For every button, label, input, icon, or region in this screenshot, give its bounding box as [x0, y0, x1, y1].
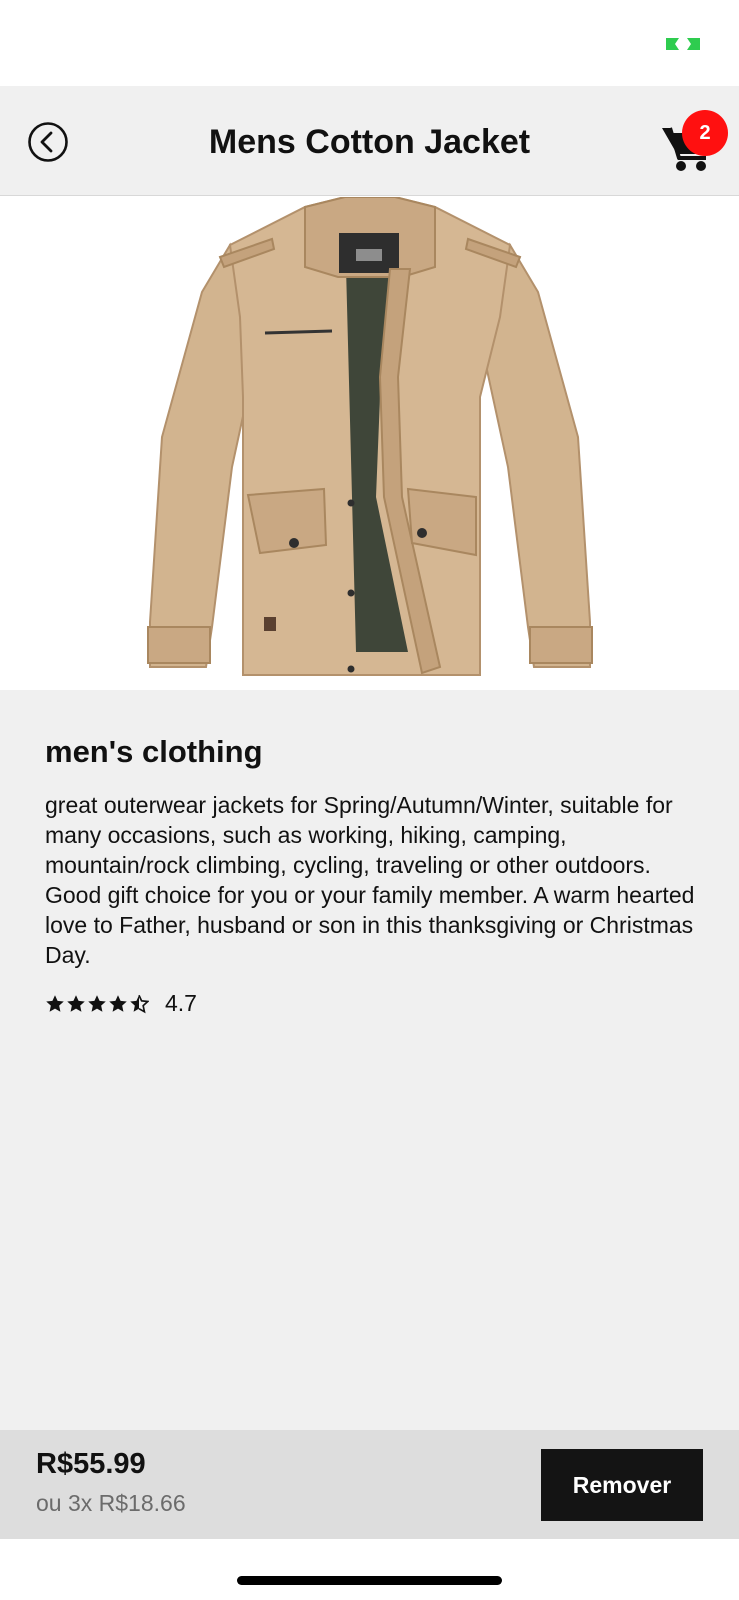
header: Mens Cotton Jacket 2	[0, 86, 739, 196]
star-icon	[109, 994, 127, 1012]
half-star-icon	[130, 994, 149, 1013]
product-description: great outerwear jackets for Spring/Autum…	[45, 792, 695, 968]
home-indicator[interactable]	[237, 1576, 502, 1585]
cart-count-badge: 2	[682, 110, 728, 156]
rating-stars	[45, 994, 149, 1014]
product-price: R$55.99	[36, 1448, 146, 1480]
home-area	[0, 1539, 739, 1600]
status-indicator-icon	[666, 38, 700, 50]
product-image	[147, 197, 593, 676]
cart-button[interactable]: 2	[656, 110, 728, 178]
product-details: men's clothing great outerwear jackets f…	[0, 690, 739, 1430]
product-image-container	[0, 197, 739, 690]
star-icon	[67, 994, 85, 1012]
star-icon	[88, 994, 106, 1012]
status-bar	[0, 0, 739, 86]
product-rating: 4.7	[45, 990, 197, 1017]
bottom-bar: R$55.99 ou 3x R$18.66 Remover	[0, 1430, 739, 1539]
remove-button[interactable]: Remover	[541, 1449, 703, 1521]
product-category: men's clothing	[45, 734, 263, 769]
product-detail-screen: Mens Cotton Jacket 2 men's clothing grea…	[0, 0, 739, 1600]
installment-price: ou 3x R$18.66	[36, 1490, 186, 1516]
star-icon	[46, 994, 64, 1012]
page-title: Mens Cotton Jacket	[208, 123, 531, 161]
rating-value: 4.7	[165, 990, 197, 1016]
